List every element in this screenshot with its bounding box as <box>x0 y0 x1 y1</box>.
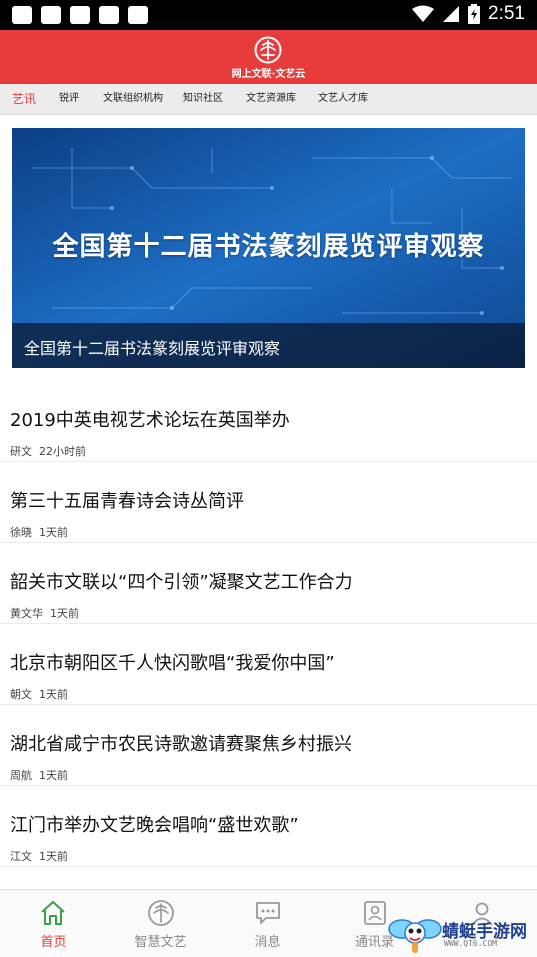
news-item[interactable]: 韶关市文联以“四个引领”凝聚文艺工作合力 黄文华 1天前 <box>0 543 537 624</box>
news-time: 1天前 <box>39 688 68 701</box>
nav-smart-arts-label: 智慧文艺 <box>134 935 187 950</box>
news-title: 江门市举办文艺晚会唱响“盛世欢歌” <box>10 815 299 836</box>
tab-resource-library[interactable]: 文艺资源库 <box>246 84 296 114</box>
news-meta: 江文 1天前 <box>10 848 68 864</box>
nav-messages-label: 消息 <box>254 935 281 950</box>
tab-organization[interactable]: 文联组织机构 <box>103 84 163 114</box>
nav-home-label: 首页 <box>40 935 67 950</box>
dragonfly-logo-icon <box>388 919 442 953</box>
news-title: 第三十五届青春诗会诗丛简评 <box>10 491 244 512</box>
news-title: 北京市朝阳区千人快闪歌唱“我爱你中国” <box>10 653 335 674</box>
news-meta: 黄文华 1天前 <box>10 605 79 621</box>
news-time: 1天前 <box>39 526 68 539</box>
wifi-icon <box>412 5 435 22</box>
notification-icon <box>128 6 148 24</box>
news-author: 朝文 <box>10 688 32 701</box>
emblem-icon <box>148 900 174 926</box>
news-item[interactable]: 2019中英电视艺术论坛在英国举办 研文 22小时前 <box>0 381 537 462</box>
home-icon <box>41 901 65 925</box>
notification-icon <box>99 6 119 24</box>
tab-talent-library[interactable]: 文艺人才库 <box>318 84 368 114</box>
contacts-icon <box>364 901 386 925</box>
news-meta: 朝文 1天前 <box>10 686 68 702</box>
news-author: 周航 <box>10 769 32 782</box>
banner-caption: 全国第十二届书法篆刻展览评审观察 <box>24 339 281 358</box>
news-meta: 周航 1天前 <box>10 767 68 783</box>
app-title: 网上文联·文艺云 <box>231 69 306 80</box>
news-title: 2019中英电视艺术论坛在英国举办 <box>10 410 290 431</box>
battery-icon <box>468 4 481 24</box>
notification-icon <box>12 6 32 24</box>
news-author: 江文 <box>10 850 32 863</box>
status-bar: 2:51 <box>0 0 537 30</box>
news-author: 黄文华 <box>10 607 43 620</box>
tab-ruiping[interactable]: 锐评 <box>59 84 79 114</box>
watermark-url: WWW.QT6.COM <box>444 939 497 948</box>
watermark: 蜻蜓手游网 WWW.QT6.COM <box>388 909 537 956</box>
tab-yixun[interactable]: 艺讯 <box>12 84 36 114</box>
news-time: 1天前 <box>39 769 68 782</box>
notification-icons <box>12 6 148 24</box>
news-item[interactable]: 江门市举办文艺晚会唱响“盛世欢歌” 江文 1天前 <box>0 786 537 867</box>
news-title: 韶关市文联以“四个引领”凝聚文艺工作合力 <box>10 572 353 593</box>
banner-headline: 全国第十二届书法篆刻展览评审观察 <box>52 232 485 262</box>
news-time: 1天前 <box>50 607 79 620</box>
news-time: 1天前 <box>39 850 68 863</box>
news-author: 研文 <box>10 445 32 458</box>
app-logo-icon <box>254 36 282 64</box>
news-meta: 徐晓 1天前 <box>10 524 68 540</box>
notification-icon <box>70 6 90 24</box>
news-meta: 研文 22小时前 <box>10 443 86 459</box>
news-item[interactable]: 第三十五届青春诗会诗丛简评 徐晓 1天前 <box>0 462 537 543</box>
news-time: 22小时前 <box>39 445 86 458</box>
status-right: 2:51 <box>412 3 525 25</box>
news-author: 徐晓 <box>10 526 32 539</box>
category-tabs: 艺讯 锐评 文联组织机构 知识社区 文艺资源库 文艺人才库 <box>0 84 537 115</box>
status-time: 2:51 <box>488 3 525 24</box>
nav-smart-arts[interactable]: 智慧文艺 <box>107 890 214 957</box>
message-icon <box>256 902 280 924</box>
news-title: 湖北省咸宁市农民诗歌邀请赛聚焦乡村振兴 <box>10 734 352 755</box>
signal-icon <box>443 6 460 22</box>
news-item[interactable]: 湖北省咸宁市农民诗歌邀请赛聚焦乡村振兴 周航 1天前 <box>0 705 537 786</box>
notification-icon <box>41 6 61 24</box>
tab-knowledge-community[interactable]: 知识社区 <box>183 84 223 114</box>
nav-messages[interactable]: 消息 <box>214 890 321 957</box>
nav-home[interactable]: 首页 <box>0 890 107 957</box>
news-item[interactable]: 北京市朝阳区千人快闪歌唱“我爱你中国” 朝文 1天前 <box>0 624 537 705</box>
featured-banner[interactable]: 全国第十二届书法篆刻展览评审观察 全国第十二届书法篆刻展览评审观察 <box>12 128 525 368</box>
